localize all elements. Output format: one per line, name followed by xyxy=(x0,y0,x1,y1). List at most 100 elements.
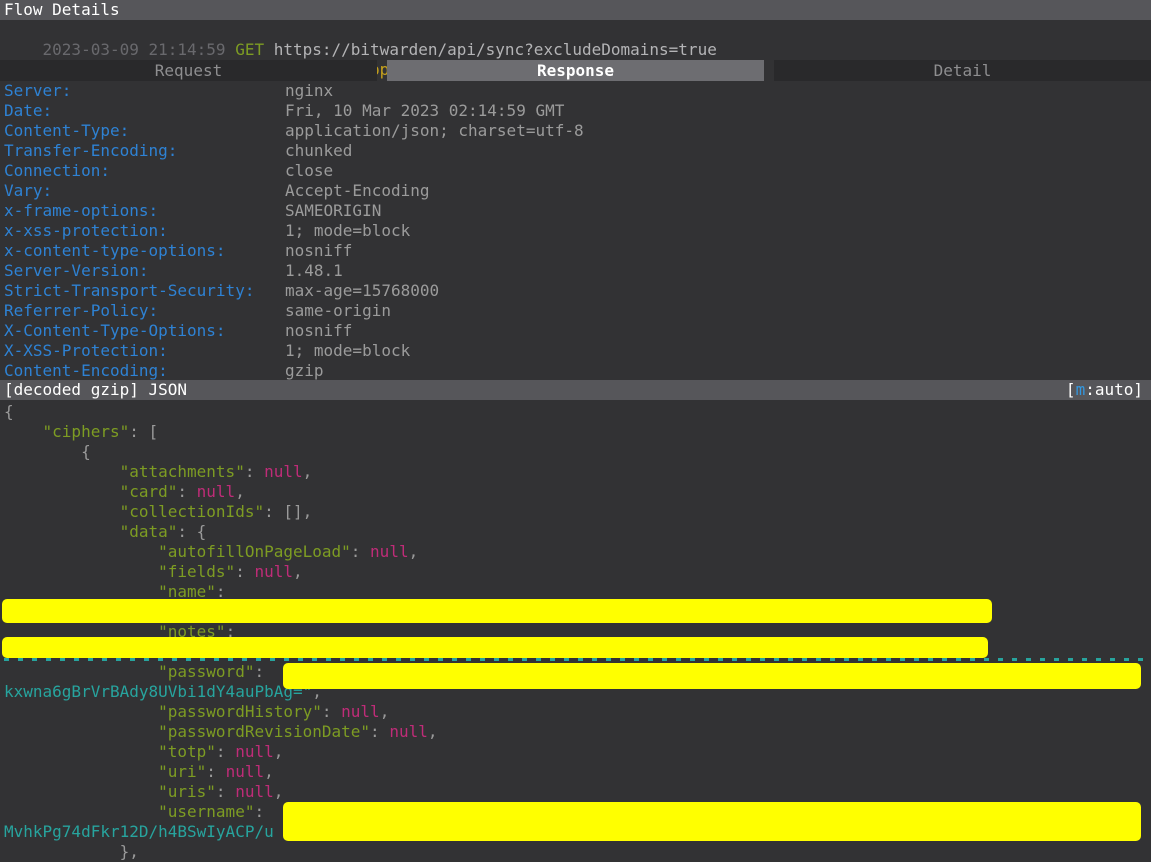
json-token-punct: }, xyxy=(120,842,139,861)
json-token-punct: : { xyxy=(177,522,206,541)
header-row: Strict-Transport-Security:max-age=157680… xyxy=(0,281,1151,301)
header-name: Content-Type: xyxy=(4,121,285,141)
header-value: Fri, 10 Mar 2023 02:14:59 GMT xyxy=(285,101,564,120)
json-token-punct: : xyxy=(216,742,235,761)
mode-bracket-open: [ xyxy=(1066,380,1076,399)
flow-details-window: Flow Details 2023-03-09 21:14:59GEThttps… xyxy=(0,0,1151,862)
json-token-punct: , xyxy=(428,722,438,741)
header-name: Content-Encoding: xyxy=(4,361,285,381)
json-line: "collectionIds": [], xyxy=(4,502,1151,522)
content-view-bar: [decoded gzip] JSON [m:auto] xyxy=(0,380,1151,400)
json-line: "fields": null, xyxy=(4,562,1151,582)
json-token-str: MvhkPg74dFkr12D/h4BSwIyACP/u xyxy=(4,822,274,841)
json-token-ws xyxy=(4,482,120,501)
header-row: Server-Version:1.48.1 xyxy=(0,261,1151,281)
json-token-null: null xyxy=(254,562,293,581)
json-line: "passwordHistory": null, xyxy=(4,702,1151,722)
json-token-key: "autofillOnPageLoad" xyxy=(158,542,351,561)
json-token-punct: : xyxy=(322,702,341,721)
json-token-punct: { xyxy=(81,442,91,461)
json-line: "ciphers": [ xyxy=(4,422,1151,442)
window-title: Flow Details xyxy=(4,0,120,19)
json-token-punct: : xyxy=(254,662,273,681)
header-row: Vary:Accept-Encoding xyxy=(0,181,1151,201)
header-name: X-Content-Type-Options: xyxy=(4,321,285,341)
header-name: x-content-type-options: xyxy=(4,241,285,261)
json-token-punct: : xyxy=(370,722,389,741)
json-line: "uri": null, xyxy=(4,762,1151,782)
header-value: nosniff xyxy=(285,241,352,260)
header-row: Connection:close xyxy=(0,161,1151,181)
header-row: Content-Type:application/json; charset=u… xyxy=(0,121,1151,141)
redaction-overlay xyxy=(2,599,992,623)
json-token-punct: : xyxy=(254,802,264,821)
header-name: Date: xyxy=(4,101,285,121)
header-name: Vary: xyxy=(4,181,285,201)
json-token-null: null xyxy=(264,462,303,481)
json-token-ws xyxy=(4,422,43,441)
header-name: Server-Version: xyxy=(4,261,285,281)
json-token-ws xyxy=(4,802,158,821)
json-token-ws xyxy=(4,702,158,721)
json-token-punct: : xyxy=(177,482,196,501)
json-token-punct: , xyxy=(409,542,419,561)
header-value: gzip xyxy=(285,361,324,380)
header-name: x-frame-options: xyxy=(4,201,285,221)
redacted-text-remnant xyxy=(4,658,1145,661)
header-value: nginx xyxy=(285,81,333,100)
tab-bar: Request Response Detail xyxy=(0,60,1151,81)
header-name: Referrer-Policy: xyxy=(4,301,285,321)
json-token-ws xyxy=(4,722,158,741)
json-response-body: { "ciphers": [ { "attachments": null, "c… xyxy=(0,400,1151,862)
json-token-null: null xyxy=(197,482,236,501)
json-token-key: "password" xyxy=(158,662,254,681)
header-value: close xyxy=(285,161,333,180)
json-token-punct: : xyxy=(216,782,235,801)
json-token-punct: , xyxy=(235,482,245,501)
json-token-null: null xyxy=(226,762,265,781)
header-row: X-Content-Type-Options:nosniff xyxy=(0,321,1151,341)
json-token-ws xyxy=(4,562,158,581)
json-token-punct: , xyxy=(380,702,390,721)
json-token-key: "data" xyxy=(120,522,178,541)
header-value: 1.48.1 xyxy=(285,261,343,280)
view-mode-toggle[interactable]: [m:auto] xyxy=(1066,380,1143,400)
json-token-ws xyxy=(4,502,120,521)
tab-request[interactable]: Request xyxy=(0,60,377,81)
json-line: { xyxy=(4,442,1151,462)
header-name: Server: xyxy=(4,81,285,101)
json-token-ws xyxy=(4,522,120,541)
json-line: "data": { xyxy=(4,522,1151,542)
json-token-ws xyxy=(4,662,158,681)
header-value: nosniff xyxy=(285,321,352,340)
json-token-str: kxwna6gBrVrBAdy8UVbi1dY4auPbAg=" xyxy=(4,682,312,701)
window-title-bar: Flow Details xyxy=(0,0,1151,20)
header-value: SAMEORIGIN xyxy=(285,201,381,220)
json-token-key: "ciphers" xyxy=(43,422,130,441)
header-row: x-xss-protection:1; mode=block xyxy=(0,221,1151,241)
json-token-punct: : xyxy=(235,562,254,581)
json-token-key: "attachments" xyxy=(120,462,245,481)
header-row: Content-Encoding:gzip xyxy=(0,361,1151,381)
json-token-punct: , xyxy=(264,762,274,781)
header-row: x-content-type-options:nosniff xyxy=(0,241,1151,261)
json-token-punct: , xyxy=(303,462,313,481)
json-line: "attachments": null, xyxy=(4,462,1151,482)
header-name: Transfer-Encoding: xyxy=(4,141,285,161)
json-token-punct: : [ xyxy=(129,422,158,441)
json-line: "passwordRevisionDate": null, xyxy=(4,722,1151,742)
json-token-key: "card" xyxy=(120,482,178,501)
tab-detail[interactable]: Detail xyxy=(774,60,1151,81)
flow-summary-line-2: ←200OKapplication/json79.9k47ms xyxy=(0,40,1151,60)
json-token-null: null xyxy=(370,542,409,561)
json-token-punct: , xyxy=(274,782,284,801)
tab-response[interactable]: Response xyxy=(387,60,764,81)
json-token-punct: , xyxy=(274,742,284,761)
json-token-ws xyxy=(4,742,158,761)
json-line: { xyxy=(4,402,1151,422)
header-name: X-XSS-Protection: xyxy=(4,341,285,361)
json-token-null: null xyxy=(235,742,274,761)
redaction-overlay xyxy=(283,663,1141,689)
json-token-ws xyxy=(4,782,158,801)
json-line: "uris": null, xyxy=(4,782,1151,802)
